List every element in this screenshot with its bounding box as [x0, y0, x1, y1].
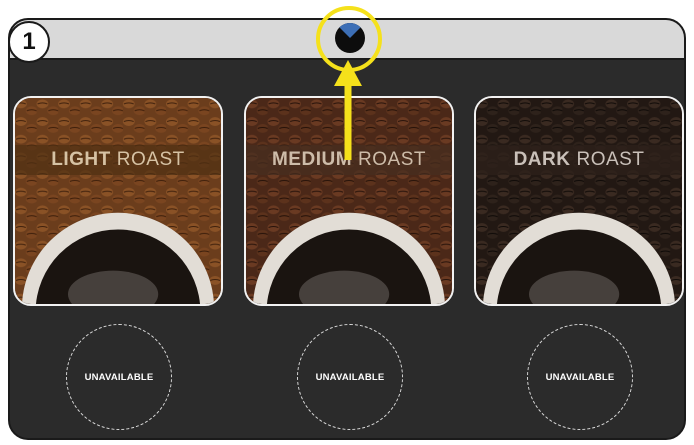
step-number-badge: 1 [8, 21, 50, 63]
status-text: UNAVAILABLE [315, 371, 385, 383]
light-roast-option[interactable]: LIGHT ROAST [13, 96, 223, 306]
roast-label: LIGHT ROAST [15, 145, 221, 175]
dark-roast-status: UNAVAILABLE [527, 324, 633, 430]
medium-roast-status: UNAVAILABLE [297, 324, 403, 430]
roast-word: ROAST [116, 149, 185, 170]
light-roast-status: UNAVAILABLE [66, 324, 172, 430]
status-text: UNAVAILABLE [84, 371, 154, 383]
roast-label: DARK ROAST [476, 145, 682, 175]
dark-roast-option[interactable]: DARK ROAST [474, 96, 684, 306]
roast-word: ROAST [576, 149, 645, 170]
status-text: UNAVAILABLE [545, 371, 615, 383]
roast-level: DARK [513, 149, 571, 170]
dark-roast-image [476, 98, 682, 304]
light-roast-image [15, 98, 221, 304]
pointer-arrow [334, 60, 362, 160]
roast-level: LIGHT [51, 149, 111, 170]
roast-word: ROAST [358, 149, 426, 170]
timer-icon[interactable] [334, 22, 366, 54]
